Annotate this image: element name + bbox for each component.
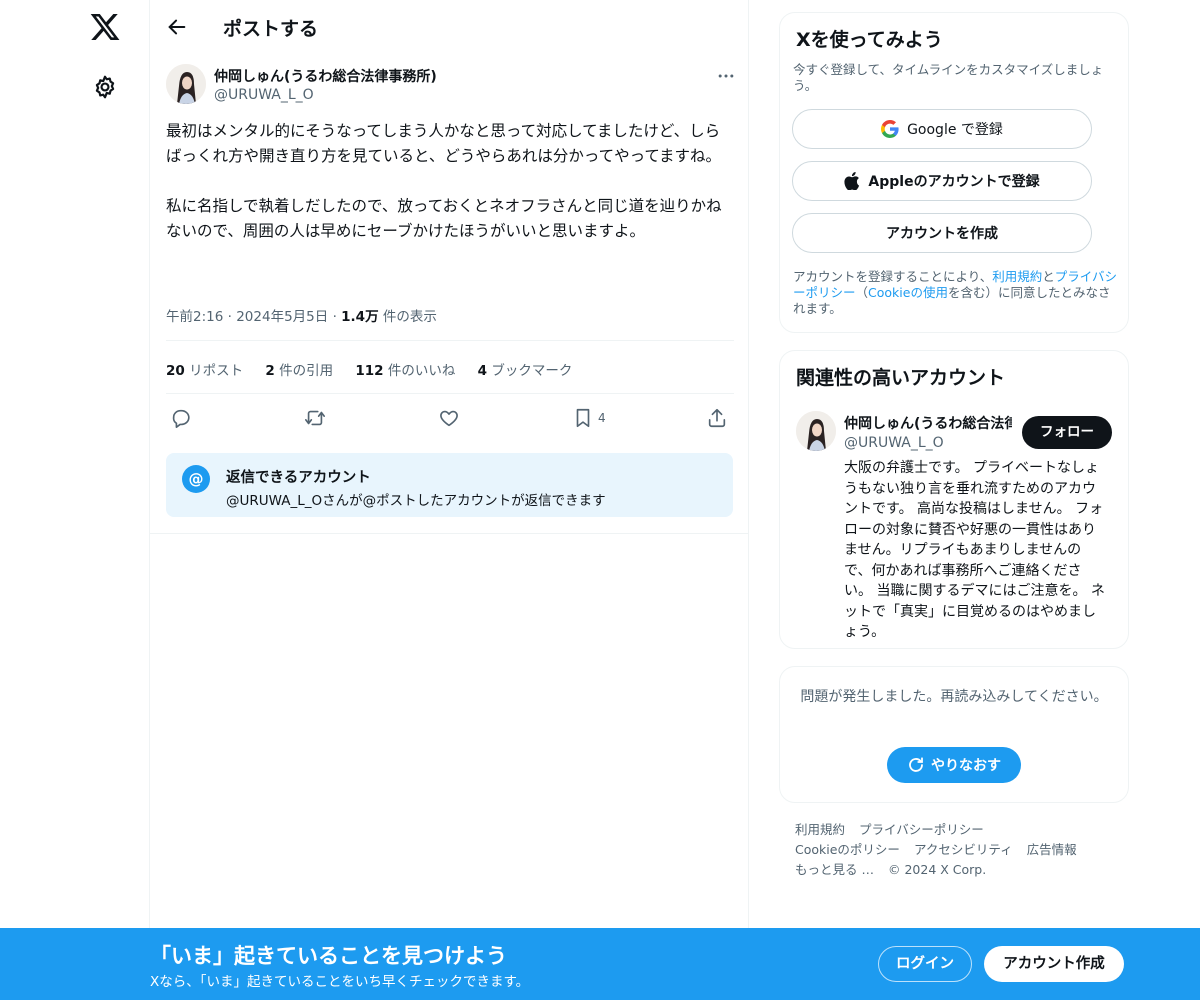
repost-icon <box>305 410 325 426</box>
trends-error-card: 問題が発生しました。再読み込みしてください。 やりなおす <box>779 666 1129 803</box>
signup-card: Xを使ってみよう 今すぐ登録して、タイムラインをカスタマイズしましょう。 Goo… <box>779 12 1129 333</box>
divider <box>166 393 734 394</box>
create-account-button[interactable]: アカウントを作成 <box>792 213 1092 253</box>
footer-link[interactable]: Cookieのポリシー <box>795 842 900 857</box>
post-time[interactable]: 午前2:16 <box>166 309 223 325</box>
banner-create-account-button[interactable]: アカウント作成 <box>984 946 1124 982</box>
signup-title: Xを使ってみよう <box>796 29 943 51</box>
page-header: ポストする <box>150 0 748 53</box>
mention-icon: @ <box>182 465 210 493</box>
share-icon <box>708 408 726 428</box>
gear-icon[interactable] <box>92 74 118 100</box>
avatar[interactable] <box>796 411 836 451</box>
error-message: 問題が発生しました。再読み込みしてください。 <box>800 689 1108 705</box>
retry-label: やりなおす <box>931 758 1001 774</box>
post-stats: 20 リポスト 2 件の引用 112 件のいいね 4 ブックマーク <box>166 359 590 379</box>
bookmark-count: 4 <box>598 411 606 425</box>
reply-icon <box>172 409 190 428</box>
footer-link[interactable]: プライバシーポリシー <box>859 822 984 837</box>
author-name[interactable]: 仲岡しゅん(うるわ総合法律事務所) <box>214 66 437 86</box>
main-column: ポストする 仲岡しゅん(うるわ総合法律事務所) @URUWA_L_O 最初はメン… <box>149 0 749 1000</box>
bookmarks-stat[interactable]: 4 ブックマーク <box>478 363 573 379</box>
page-title: ポストする <box>223 18 319 40</box>
google-signup-label: Google で登録 <box>907 122 1003 138</box>
more-options-icon[interactable] <box>716 66 736 86</box>
banner-heading: 「いま」起きていることを見つけよう <box>150 944 507 968</box>
quotes-stat[interactable]: 2 件の引用 <box>265 363 333 379</box>
cookie-link[interactable]: Cookieの使用 <box>868 285 948 300</box>
share-button[interactable] <box>706 404 728 432</box>
follow-button[interactable]: フォロー <box>1022 416 1112 449</box>
google-signup-button[interactable]: Google で登録 <box>792 109 1092 149</box>
apple-icon <box>844 172 860 190</box>
reply-restriction-title: 返信できるアカウント <box>226 470 371 486</box>
repost-button[interactable] <box>304 404 326 432</box>
footer-link[interactable]: 利用規約 <box>795 822 845 837</box>
post-actions: 4 <box>166 404 734 432</box>
related-account-name[interactable]: 仲岡しゅん(うるわ総合法律事務所) <box>844 413 1012 433</box>
related-account-handle[interactable]: @URUWA_L_O <box>844 435 944 451</box>
reply-restriction-subtitle: @URUWA_L_Oさんが@ポストしたアカウントが返信できます <box>226 493 606 509</box>
reposts-stat[interactable]: 20 リポスト <box>166 363 243 379</box>
apple-signup-button[interactable]: Appleのアカウントで登録 <box>792 161 1092 201</box>
reply-button[interactable] <box>170 404 192 432</box>
left-rail <box>0 0 150 1000</box>
avatar[interactable] <box>166 64 206 104</box>
post-text: 最初はメンタル的にそうなってしまう人かなと思って対応してましたけど、しらばっくれ… <box>166 122 722 240</box>
refresh-icon <box>909 757 923 772</box>
post-meta: 午前2:16 · 2024年5月5日 · 1.4万 件の表示 <box>166 309 437 325</box>
post-date[interactable]: 2024年5月5日 <box>236 309 328 325</box>
related-title: 関連性の高いアカウント <box>796 367 1006 389</box>
views-count: 1.4万 <box>341 309 379 325</box>
like-button[interactable] <box>438 404 460 432</box>
footer-link[interactable]: 広告情報 <box>1027 842 1077 857</box>
related-accounts-card: 関連性の高いアカウント 仲岡しゅん(うるわ総合法律事務所) @URUWA_L_O… <box>779 350 1129 649</box>
sidebar-footer: 利用規約 プライバシーポリシー Cookieのポリシー アクセシビリティ 広告情報 も… <box>795 820 1125 880</box>
x-logo-icon[interactable] <box>89 11 121 43</box>
google-icon <box>881 120 899 138</box>
copyright: © 2024 X Corp. <box>887 862 987 877</box>
likes-stat[interactable]: 112 件のいいね <box>355 363 455 379</box>
author-handle[interactable]: @URUWA_L_O <box>214 87 314 103</box>
reply-restriction-notice: @ 返信できるアカウント @URUWA_L_Oさんが@ポストしたアカウントが返信… <box>166 453 733 517</box>
back-arrow-icon[interactable] <box>166 16 188 38</box>
footer-more-link[interactable]: もっと見る … <box>795 862 874 877</box>
views-label: 件の表示 <box>382 309 437 325</box>
terms-link[interactable]: 利用規約 <box>992 269 1042 284</box>
divider <box>150 533 748 534</box>
bottom-signup-banner: 「いま」起きていることを見つけよう Xなら、「いま」起きていることをいち早くチェ… <box>0 928 1200 1000</box>
signup-subtitle: 今すぐ登録して、タイムラインをカスタマイズしましょう。 <box>793 62 1104 93</box>
heart-icon <box>440 410 458 427</box>
bookmark-button[interactable]: 4 <box>572 404 606 432</box>
bookmark-icon <box>576 408 590 428</box>
login-button[interactable]: ログイン <box>878 946 972 982</box>
footer-link[interactable]: アクセシビリティ <box>914 842 1013 857</box>
related-account-bio: 大阪の弁護士です。 プライベートなしょうもない独り言を垂れ流すためのアカウントで… <box>844 460 1105 640</box>
banner-subheading: Xなら、「いま」起きていることをいち早くチェックできます。 <box>150 974 530 990</box>
post-author: 仲岡しゅん(うるわ総合法律事務所) @URUWA_L_O <box>166 64 736 108</box>
apple-signup-label: Appleのアカウントで登録 <box>868 174 1040 190</box>
divider <box>166 340 734 341</box>
signup-legal-text: アカウントを登録することにより、利用規約とプライバシーポリシー（Cookieの使… <box>793 269 1118 316</box>
retry-button[interactable]: やりなおす <box>887 747 1021 783</box>
